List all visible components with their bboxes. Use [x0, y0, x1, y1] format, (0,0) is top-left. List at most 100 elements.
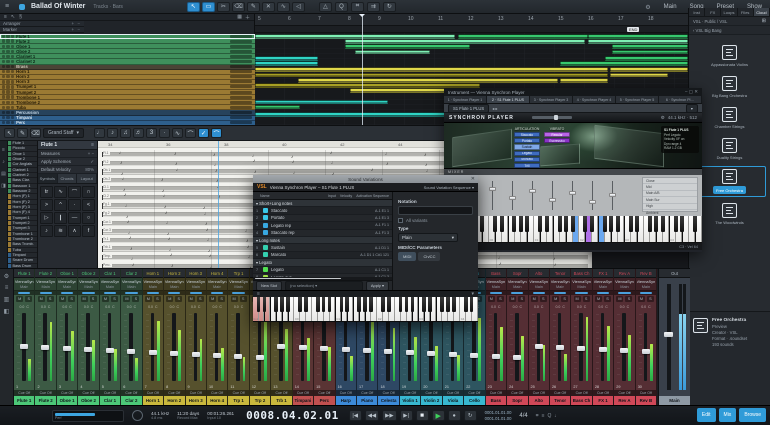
piano-key-black[interactable]: [648, 216, 652, 232]
channel-name[interactable]: Celesta: [378, 396, 398, 405]
channel-name[interactable]: Trb 1: [271, 396, 291, 405]
track-buttons[interactable]: [2, 39, 14, 42]
tool-button[interactable]: ✕: [262, 2, 275, 12]
insert-slot[interactable]: ViennaSynMain: [529, 278, 549, 291]
channel-tab[interactable]: Bass: [486, 269, 506, 278]
toolbar-icon[interactable]: ⌗: [351, 2, 364, 12]
fader-cap[interactable]: [299, 345, 307, 350]
grid-icon[interactable]: ▦: [237, 14, 242, 21]
browser-item[interactable]: Chamber Strings: [694, 104, 766, 132]
pencil-tool-icon[interactable]: ✎: [17, 128, 28, 138]
track-buttons[interactable]: [2, 70, 14, 73]
midi-clip[interactable]: [588, 34, 688, 39]
transport-icon[interactable]: Q: [548, 413, 552, 419]
insert-slot[interactable]: ViennaSynMain: [571, 278, 591, 291]
channel-tab[interactable]: Horn 2: [164, 269, 184, 278]
fader-cap[interactable]: [556, 345, 564, 350]
channel-name[interactable]: Tenor: [550, 396, 570, 405]
piano-key-black[interactable]: [381, 297, 385, 312]
instrument-tab[interactable]: 1 · Synchron Player 1: [444, 96, 487, 103]
channel-tab[interactable]: FX 1: [593, 269, 613, 278]
insert-slot[interactable]: ViennaSynMain: [507, 278, 527, 291]
channel-name[interactable]: Harp: [336, 396, 356, 405]
channel-tab[interactable]: Horn 4: [207, 269, 227, 278]
fader-cap[interactable]: [63, 346, 71, 351]
rail-icon[interactable]: ≡: [2, 147, 5, 153]
console-rail-icon[interactable]: ≡: [5, 285, 9, 291]
channel-tab[interactable]: Rev A: [614, 269, 634, 278]
fader-cap[interactable]: [406, 350, 414, 355]
channel-strip[interactable]: Horn 3 ViennaSynMain M S 0.0C 9 Cue Off: [186, 269, 207, 405]
piano-key-black[interactable]: [405, 297, 409, 312]
insert-slot[interactable]: ViennaSynMain: [35, 278, 55, 291]
piano-key-black[interactable]: [558, 216, 562, 232]
piano-key-black[interactable]: [464, 297, 468, 312]
solo-button[interactable]: S: [561, 296, 568, 302]
channel-name[interactable]: FX 1: [593, 396, 613, 405]
forward-button[interactable]: ▶▶: [382, 410, 396, 421]
go-start-button[interactable]: |◀: [349, 410, 362, 421]
piano-key-black[interactable]: [525, 216, 529, 232]
insert-slot[interactable]: ViennaSynMain: [486, 278, 506, 291]
articulation-symbol[interactable]: <: [82, 199, 95, 211]
insert-slot[interactable]: ViennaSynMain: [164, 278, 184, 291]
channel-fader[interactable]: [164, 310, 184, 384]
note-value-button[interactable]: ♫: [120, 128, 131, 138]
channel-strip[interactable]: FX 1 ViennaSynMain M S 0.0C 28 Cue Off: [593, 269, 614, 405]
solo-button[interactable]: S: [625, 296, 632, 302]
note-value-button[interactable]: ·: [159, 128, 170, 138]
piano-key-black[interactable]: [693, 216, 697, 232]
pointer-tool-icon[interactable]: ↖: [4, 128, 15, 138]
channel-strip[interactable]: Clar 1 ViennaSynMain M S 0.0C 5 Cue Off: [100, 269, 121, 405]
mute-button[interactable]: M: [574, 296, 581, 302]
solo-button[interactable]: S: [175, 296, 182, 302]
channel-fader[interactable]: [207, 310, 227, 384]
pan-control[interactable]: [486, 291, 506, 295]
channel-fader[interactable]: [593, 310, 613, 384]
articulation-symbol[interactable]: —: [68, 212, 81, 224]
piano-key-black[interactable]: [500, 216, 504, 232]
fader-cap[interactable]: [170, 351, 178, 356]
channel-name[interactable]: Rev A: [614, 396, 634, 405]
clef-icon[interactable]: §: [19, 14, 22, 20]
channel-fader[interactable]: [186, 310, 206, 384]
sound-variation-row[interactable]: Legato: [253, 259, 392, 266]
channel-name[interactable]: Horn 2: [164, 396, 184, 405]
fader-cap[interactable]: [620, 348, 628, 353]
browser-item[interactable]: The Woodwinds: [694, 200, 766, 228]
inspector-tab[interactable]: Chords: [58, 174, 78, 183]
piano-key-black[interactable]: [440, 297, 444, 312]
fader-cap[interactable]: [41, 345, 49, 350]
note-value-button[interactable]: ∿: [172, 128, 183, 138]
window-buttons[interactable]: – ▢ ✕: [685, 89, 698, 95]
piano-key-black[interactable]: [446, 297, 450, 312]
piano-key-black[interactable]: [609, 216, 613, 232]
piano-key-black[interactable]: [545, 216, 549, 232]
fader-cap[interactable]: [513, 355, 521, 360]
channel-fader[interactable]: [636, 310, 656, 384]
pan-control[interactable]: [121, 291, 141, 295]
piano-key-black[interactable]: [387, 297, 391, 312]
track-buttons[interactable]: [2, 111, 14, 114]
channel-name[interactable]: Clar 1: [100, 396, 120, 405]
piano-key-black[interactable]: [452, 297, 456, 312]
eraser-tool-icon[interactable]: ⌫: [30, 128, 41, 138]
piano-key-black[interactable]: [304, 297, 308, 312]
fader-cap[interactable]: [427, 351, 435, 356]
refresh-icon[interactable]: ⊞: [762, 18, 766, 24]
channel-strip[interactable]: Rev B ViennaSynMain M S 0.0C 30 Cue Off: [636, 269, 657, 405]
articulation-button[interactable]: Portato: [514, 138, 540, 143]
page-button[interactable]: Mix: [719, 408, 737, 422]
articulation-symbol[interactable]: ⌒: [68, 186, 81, 198]
channel-name[interactable]: Bass: [486, 396, 506, 405]
toolbar-icon[interactable]: Q: [335, 2, 348, 12]
browser-tab[interactable]: Cloud: [754, 8, 770, 16]
pan-control[interactable]: [228, 291, 248, 295]
piano-key-black[interactable]: [571, 216, 575, 232]
piano-key-black[interactable]: [674, 216, 678, 232]
score-playhead[interactable]: [218, 141, 219, 268]
midi-clip[interactable]: [612, 50, 688, 55]
inspector-row[interactable]: Apply Schemes✓: [38, 158, 97, 166]
settings-icon[interactable]: ⚙: [661, 115, 665, 121]
mute-button[interactable]: M: [81, 296, 88, 302]
